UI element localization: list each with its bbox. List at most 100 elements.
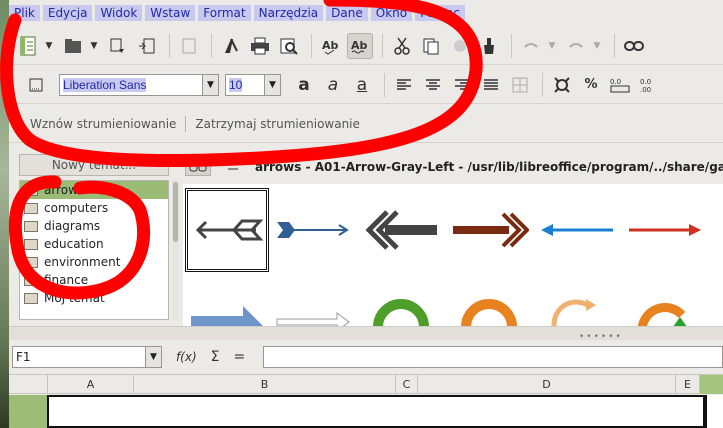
spreadsheet-grid[interactable] <box>9 395 723 428</box>
name-box-value[interactable]: F1 <box>13 350 145 364</box>
new-document-dropdown-icon[interactable]: ▼ <box>44 41 54 51</box>
theme-item-arrows[interactable]: arrows <box>20 181 168 199</box>
menu-edit[interactable]: Edycja <box>42 5 93 21</box>
scrollbar-thumb[interactable] <box>173 182 178 242</box>
sidebar-toggle-icon[interactable] <box>23 72 49 98</box>
gallery-item-arrow-red-right[interactable] <box>623 188 707 272</box>
menu-tools[interactable]: Narzędzia <box>253 5 324 21</box>
resume-streaming-button[interactable]: Wznów strumieniowanie <box>27 115 179 133</box>
gallery-item-circular-orange-green[interactable] <box>623 280 707 326</box>
theme-item-diagrams[interactable]: diagrams <box>20 217 168 235</box>
print-preview-icon[interactable] <box>276 33 302 59</box>
undo-dropdown-icon[interactable]: ▼ <box>547 41 557 51</box>
gallery-grid[interactable] <box>183 184 723 326</box>
corner-select-all[interactable] <box>9 375 47 394</box>
menu-format[interactable]: Format <box>198 5 251 21</box>
menu-view[interactable]: Widok <box>95 5 143 21</box>
theme-list-scrollbar[interactable] <box>172 180 179 320</box>
stop-streaming-button[interactable]: Zatrzymaj strumieniowanie <box>192 115 362 133</box>
theme-item-environment[interactable]: environment <box>20 253 168 271</box>
function-wizard-button[interactable]: f(x) <box>176 350 197 364</box>
redo-icon[interactable] <box>563 33 589 59</box>
menu-window[interactable]: Okno <box>370 5 413 21</box>
spellcheck-icon[interactable]: Ab <box>318 33 344 59</box>
italic-icon[interactable]: a <box>320 72 346 98</box>
bold-icon[interactable]: a <box>291 72 317 98</box>
column-header-b[interactable]: B <box>133 375 395 394</box>
column-header-f[interactable] <box>699 375 723 394</box>
open-folder-icon[interactable] <box>60 33 86 59</box>
gallery-item-arrow-dark-left[interactable] <box>359 188 443 272</box>
theme-item-label: education <box>44 237 104 251</box>
print-direct-icon[interactable] <box>218 33 244 59</box>
theme-item-label: environment <box>44 255 121 269</box>
open-dropdown-icon[interactable]: ▼ <box>89 41 99 51</box>
theme-item-education[interactable]: education <box>20 235 168 253</box>
new-theme-button[interactable]: Nowy temat... <box>19 154 169 176</box>
justify-icon[interactable] <box>478 72 504 98</box>
gallery-item-curved-orange[interactable] <box>535 280 619 326</box>
pdf-icon[interactable] <box>176 33 202 59</box>
row-header-1[interactable] <box>9 395 47 428</box>
chevron-down-icon[interactable]: ▼ <box>144 347 161 367</box>
merge-cells-icon[interactable] <box>507 72 533 98</box>
redo-dropdown-icon[interactable]: ▼ <box>592 41 602 51</box>
svg-text:0.0: 0.0 <box>640 78 651 86</box>
undo-icon[interactable] <box>518 33 544 59</box>
template-icon[interactable] <box>105 33 131 59</box>
font-size-value[interactable]: 10 <box>226 77 264 92</box>
sum-button[interactable]: Σ <box>211 349 220 365</box>
formula-input[interactable] <box>263 346 723 368</box>
gallery-item-arrow-brown-right[interactable] <box>447 188 531 272</box>
column-header-a[interactable]: A <box>47 375 133 394</box>
number-format-icon[interactable]: 0.0 <box>607 72 633 98</box>
font-name-combobox[interactable]: Liberation Sans ▼ <box>59 73 219 96</box>
gallery-item-circular-orange[interactable] <box>447 280 531 326</box>
clone-format-icon[interactable] <box>476 33 502 59</box>
autospell-icon[interactable]: Ab <box>347 32 373 59</box>
theme-item-finance[interactable]: finance <box>20 271 168 289</box>
menu-data[interactable]: Dane <box>326 5 368 21</box>
gallery-item-arrow-partial[interactable] <box>711 188 723 272</box>
column-header-d[interactable]: D <box>417 375 675 394</box>
gallery-item-arrow-outline[interactable] <box>271 280 355 326</box>
new-document-icon[interactable] <box>15 33 41 59</box>
font-name-value[interactable]: Liberation Sans <box>60 77 202 92</box>
print-icon[interactable] <box>247 33 273 59</box>
hyperlink-icon[interactable] <box>621 33 647 59</box>
column-header-c[interactable]: C <box>395 375 417 394</box>
align-center-icon[interactable] <box>420 72 446 98</box>
copy-icon[interactable] <box>418 33 444 59</box>
name-box[interactable]: F1 ▼ <box>12 346 162 368</box>
add-decimal-icon[interactable]: 0.0.00 <box>636 72 662 98</box>
align-right-icon[interactable] <box>449 72 475 98</box>
theme-item-computers[interactable]: computers <box>20 199 168 217</box>
underline-icon[interactable]: a <box>349 72 375 98</box>
column-header-e[interactable]: E <box>675 375 699 394</box>
chevron-down-icon[interactable]: ▼ <box>264 74 280 95</box>
paste-icon[interactable] <box>447 33 473 59</box>
detail-view-button[interactable] <box>217 154 243 176</box>
gallery-item-arrow-wide-blue[interactable] <box>185 280 269 326</box>
percent-icon[interactable]: % <box>578 72 604 98</box>
gallery-splitter[interactable]: •••••• <box>9 326 723 342</box>
menu-insert[interactable]: Wstaw <box>145 5 196 21</box>
gallery-item-arrow-lightblue-left[interactable] <box>535 188 619 272</box>
chevron-down-icon[interactable]: ▼ <box>202 74 218 95</box>
export-icon[interactable] <box>134 33 160 59</box>
theme-item-my-theme[interactable]: Mój temat <box>20 289 168 307</box>
gallery-item-circular-green[interactable] <box>359 280 443 326</box>
formula-equals-button[interactable]: = <box>234 349 246 365</box>
currency-icon[interactable] <box>549 72 575 98</box>
icon-view-button[interactable] <box>185 154 211 176</box>
gallery-item-arrow-blue-right[interactable] <box>271 188 355 272</box>
font-size-combobox[interactable]: 10 ▼ <box>225 73 281 96</box>
align-left-icon[interactable] <box>391 72 417 98</box>
gallery-item-arrow-gray-left[interactable] <box>185 188 269 272</box>
selected-cell-range[interactable] <box>47 395 707 428</box>
menu-help[interactable]: Pomoc <box>415 5 465 21</box>
menu-file[interactable]: Plik <box>9 5 40 21</box>
cut-icon[interactable] <box>389 33 415 59</box>
svg-text:.00: .00 <box>640 86 651 93</box>
theme-list[interactable]: arrows computers diagrams education envi… <box>19 180 169 320</box>
